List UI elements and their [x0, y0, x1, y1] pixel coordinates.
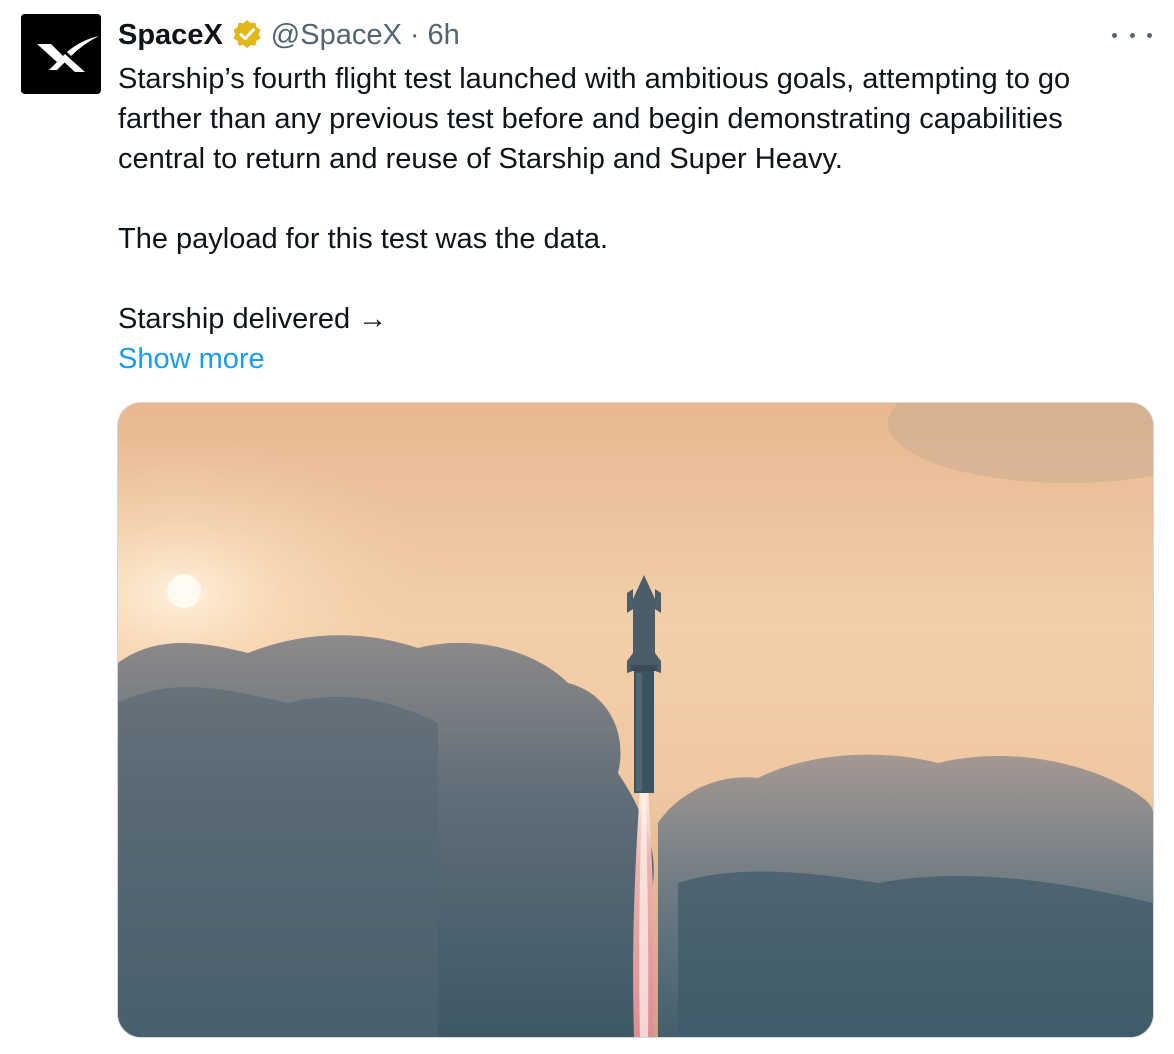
tweet-header: SpaceX @SpaceX · 6h	[118, 14, 460, 56]
tweet-text-line: Starship delivered →	[118, 303, 388, 335]
tweet-text-line: Starship’s fourth flight test launched w…	[118, 63, 1071, 95]
tweet-text: Starship’s fourth flight test launched w…	[118, 59, 1158, 379]
starship-launch-photo	[118, 403, 1153, 1037]
verified-badge-icon[interactable]	[231, 19, 263, 51]
spacex-logo-icon	[21, 14, 101, 94]
avatar[interactable]	[21, 14, 101, 94]
display-name[interactable]: SpaceX	[118, 14, 223, 56]
more-options-icon[interactable]	[1112, 20, 1152, 50]
tweet-media-image[interactable]	[117, 402, 1154, 1038]
tweet-text-line: central to return and reuse of Starship …	[118, 143, 843, 175]
tweet-text-line: The payload for this test was the data.	[118, 223, 609, 255]
tweet-card[interactable]: SpaceX @SpaceX · 6h Starship’s fourth fl…	[0, 0, 1174, 1054]
show-more-link[interactable]: Show more	[118, 343, 265, 375]
tweet-text-line: farther than any previous test before an…	[118, 103, 1063, 135]
timestamp[interactable]: 6h	[427, 14, 459, 56]
separator-dot: ·	[409, 19, 420, 51]
user-handle[interactable]: @SpaceX	[271, 14, 402, 56]
